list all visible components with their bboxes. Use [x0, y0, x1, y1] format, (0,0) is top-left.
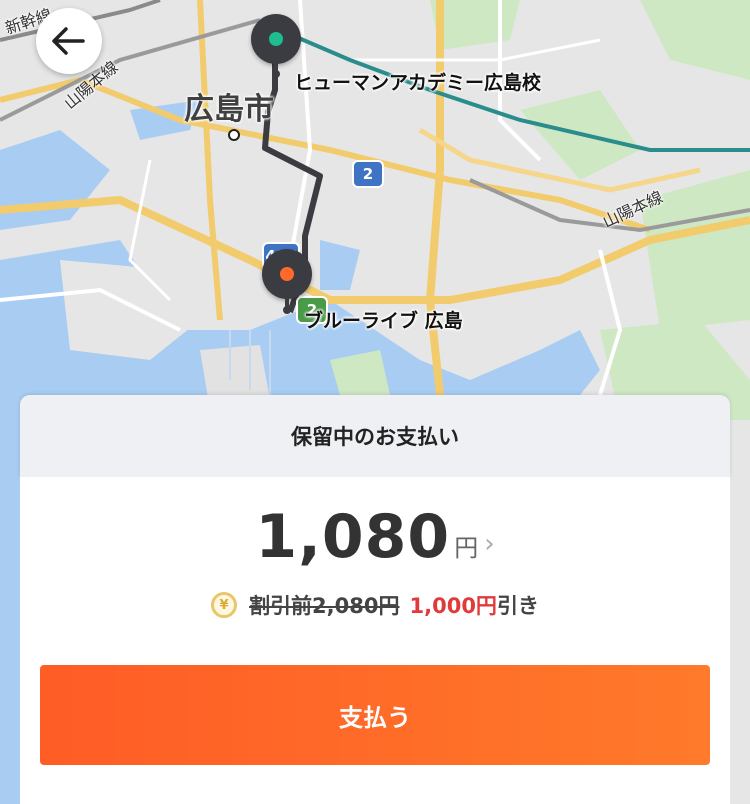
- fare-amount: 1,080: [255, 502, 451, 572]
- city-label: 広島市: [184, 92, 274, 127]
- destination-label: ブルーライブ 広島: [304, 310, 463, 332]
- destination-pin: [262, 249, 312, 299]
- coin-icon: ¥: [211, 592, 238, 618]
- amount-row[interactable]: 1,080 円 ›: [20, 497, 730, 567]
- origin-dot-icon: [269, 32, 283, 46]
- origin-pin: [251, 14, 301, 64]
- origin-label: ヒューマンアカデミー広島校: [294, 72, 542, 94]
- discount-row: ¥ 割引前2,080円 1,000円 引き: [20, 587, 730, 623]
- destination-dot-icon: [280, 267, 294, 281]
- route-shield-2: 2: [352, 160, 384, 188]
- arrow-left-icon: [52, 27, 85, 55]
- discount-suffix: 引き: [496, 594, 539, 618]
- payment-panel: 1,080 円 › ¥ 割引前2,080円 1,000円 引き 支払う: [20, 477, 730, 804]
- before-discount-price: 割引前2,080円: [249, 594, 400, 618]
- chevron-right-icon: ›: [484, 529, 495, 559]
- back-button[interactable]: [36, 8, 102, 74]
- origin-pin-foot: [272, 70, 280, 78]
- pending-payment-header: 保留中のお支払い: [20, 395, 730, 477]
- destination-pin-foot: [283, 306, 291, 314]
- pay-button[interactable]: 支払う: [40, 665, 710, 765]
- currency-unit: 円: [454, 534, 479, 562]
- discount-amount: 1,000円: [409, 594, 497, 618]
